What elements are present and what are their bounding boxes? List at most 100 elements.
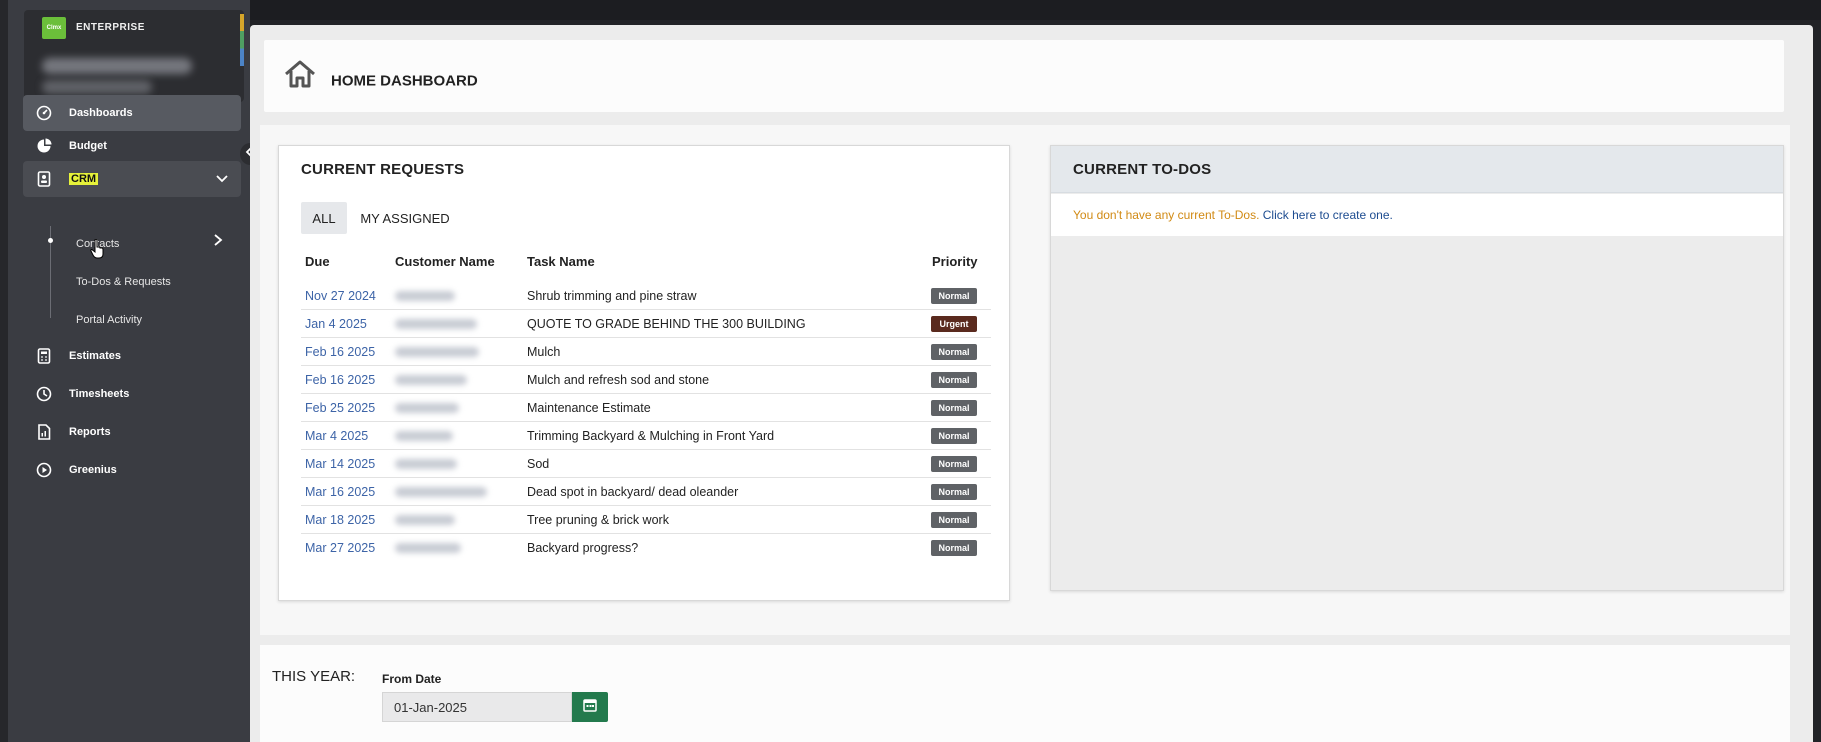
sidebar-item-dashboards[interactable]: Dashboards xyxy=(23,95,241,131)
due-date-link[interactable]: Feb 25 2025 xyxy=(305,401,375,415)
sidebar-item-greenius[interactable]: Greenius xyxy=(23,452,241,488)
contact-book-icon xyxy=(35,170,53,188)
sidebar-item-label: Greenius xyxy=(69,464,117,476)
app-window: Clmx ENTERPRISE Dashboards Budget CRM Co… xyxy=(0,0,1821,742)
table-row[interactable]: Mar 4 2025 Trimming Backyard & Mulching … xyxy=(301,422,991,450)
sidebar-item-reports[interactable]: Reports xyxy=(23,414,241,450)
todos-header: CURRENT TO-DOS xyxy=(1051,146,1783,193)
home-icon xyxy=(284,60,316,93)
current-requests-title: CURRENT REQUESTS xyxy=(301,161,465,178)
sidebar-item-label: Budget xyxy=(69,140,107,152)
customer-name-redacted xyxy=(395,543,461,553)
table-row[interactable]: Mar 14 2025 Sod Normal xyxy=(301,450,991,478)
main-content: HOME DASHBOARD CURRENT REQUESTS ALL MY A… xyxy=(250,25,1813,742)
tab-all[interactable]: ALL xyxy=(301,202,347,234)
window-top-bar xyxy=(0,0,1821,20)
customer-name-redacted xyxy=(395,459,457,469)
customer-name-redacted xyxy=(395,319,477,329)
brand-panel: Clmx ENTERPRISE xyxy=(24,10,244,102)
task-name: Shrub trimming and pine straw xyxy=(527,289,697,303)
column-header-task-name[interactable]: Task Name xyxy=(527,254,595,269)
due-date-link[interactable]: Mar 14 2025 xyxy=(305,457,375,471)
due-date-link[interactable]: Mar 16 2025 xyxy=(305,485,375,499)
play-circle-icon xyxy=(35,461,53,479)
page-title: HOME DASHBOARD xyxy=(331,72,478,90)
task-name: Backyard progress? xyxy=(527,541,639,555)
table-row[interactable]: Mar 27 2025 Backyard progress? Normal xyxy=(301,534,991,562)
due-date-link[interactable]: Feb 16 2025 xyxy=(305,345,375,359)
customer-name-redacted xyxy=(395,431,453,441)
submenu-active-dot xyxy=(48,238,53,243)
calendar-icon xyxy=(583,698,597,717)
task-name: Maintenance Estimate xyxy=(527,401,651,415)
customer-name-redacted xyxy=(395,291,455,301)
this-year-panel: THIS YEAR: From Date 01-Jan-2025 xyxy=(260,645,1790,742)
due-date-link[interactable]: Mar 18 2025 xyxy=(305,513,375,527)
sidebar: Clmx ENTERPRISE Dashboards Budget CRM Co… xyxy=(0,0,250,742)
column-header-priority[interactable]: Priority xyxy=(932,254,978,269)
column-header-due[interactable]: Due xyxy=(305,254,330,269)
calculator-icon xyxy=(35,347,53,365)
due-date-link[interactable]: Jan 4 2025 xyxy=(305,317,367,331)
customer-name-redacted xyxy=(395,375,467,385)
from-date-label: From Date xyxy=(382,672,442,686)
sidebar-item-label: Timesheets xyxy=(69,388,130,400)
date-picker-button[interactable] xyxy=(572,692,608,722)
sidebar-item-crm[interactable]: CRM xyxy=(23,161,241,197)
table-row[interactable]: Mar 18 2025 Tree pruning & brick work No… xyxy=(301,506,991,534)
this-year-label: THIS YEAR: xyxy=(272,668,356,685)
priority-badge: Normal xyxy=(931,400,977,416)
create-todo-link[interactable]: Click here xyxy=(1263,208,1316,222)
chevron-down-icon[interactable] xyxy=(215,171,229,188)
due-date-link[interactable]: Mar 4 2025 xyxy=(305,429,368,443)
requests-table: Nov 27 2024 Shrub trimming and pine stra… xyxy=(301,282,991,562)
sidebar-item-label: Dashboards xyxy=(69,107,133,119)
sidebar-item-timesheets[interactable]: Timesheets xyxy=(23,376,241,412)
document-chart-icon xyxy=(35,423,53,441)
customer-name-redacted xyxy=(395,515,455,525)
sidebar-item-label: Reports xyxy=(69,426,111,438)
task-name: Mulch xyxy=(527,345,561,359)
due-date-link[interactable]: Mar 27 2025 xyxy=(305,541,375,555)
company-name-redacted xyxy=(42,58,192,74)
table-row[interactable]: Feb 25 2025 Maintenance Estimate Normal xyxy=(301,394,991,422)
column-header-customer-name[interactable]: Customer Name xyxy=(395,254,495,269)
table-row[interactable]: Nov 27 2024 Shrub trimming and pine stra… xyxy=(301,282,991,310)
table-row[interactable]: Feb 16 2025 Mulch Normal xyxy=(301,338,991,366)
due-date-link[interactable]: Feb 16 2025 xyxy=(305,373,375,387)
pie-chart-icon xyxy=(35,137,53,155)
priority-badge: Normal xyxy=(931,288,977,304)
sidebar-subitem-portal-activity[interactable]: Portal Activity xyxy=(76,314,142,326)
dashboard-widgets: CURRENT REQUESTS ALL MY ASSIGNED Due Cus… xyxy=(260,125,1790,635)
table-row[interactable]: Mar 16 2025 Dead spot in backyard/ dead … xyxy=(301,478,991,506)
table-row[interactable]: Jan 4 2025 QUOTE TO GRADE BEHIND THE 300… xyxy=(301,310,991,338)
tab-my-assigned[interactable]: MY ASSIGNED xyxy=(357,202,453,234)
dashboard-gauge-icon xyxy=(35,104,53,122)
task-name: Tree pruning & brick work xyxy=(527,513,669,527)
from-date-input[interactable]: 01-Jan-2025 xyxy=(382,692,572,722)
priority-badge: Normal xyxy=(931,484,977,500)
todos-empty-text: You don't have any current To-Dos. xyxy=(1073,208,1260,222)
priority-badge: Normal xyxy=(931,344,977,360)
priority-badge: Normal xyxy=(931,456,977,472)
brand-logo[interactable]: Clmx xyxy=(42,17,66,39)
task-name: Trimming Backyard & Mulching in Front Ya… xyxy=(527,429,775,443)
current-todos-card: CURRENT TO-DOS You don't have any curren… xyxy=(1050,145,1784,591)
create-todo-suffix[interactable]: to create one. xyxy=(1319,208,1392,222)
priority-badge: Normal xyxy=(931,428,977,444)
todos-empty-row: You don't have any current To-Dos. Click… xyxy=(1051,194,1783,236)
sidebar-item-label: Estimates xyxy=(69,350,121,362)
mouse-pointer-icon xyxy=(90,238,104,264)
chevron-right-icon[interactable] xyxy=(212,233,224,252)
sidebar-item-estimates[interactable]: Estimates xyxy=(23,338,241,374)
due-date-link[interactable]: Nov 27 2024 xyxy=(305,289,376,303)
company-subtitle-redacted xyxy=(42,80,152,94)
table-row[interactable]: Feb 16 2025 Mulch and refresh sod and st… xyxy=(301,366,991,394)
current-todos-title: CURRENT TO-DOS xyxy=(1073,161,1212,178)
sidebar-item-budget[interactable]: Budget xyxy=(23,128,241,164)
priority-badge: Urgent xyxy=(931,316,977,332)
brand-color-stripe xyxy=(240,14,244,66)
clock-icon xyxy=(35,385,53,403)
current-requests-card: CURRENT REQUESTS ALL MY ASSIGNED Due Cus… xyxy=(278,145,1010,601)
sidebar-subitem-todos-requests[interactable]: To-Dos & Requests xyxy=(76,276,171,288)
